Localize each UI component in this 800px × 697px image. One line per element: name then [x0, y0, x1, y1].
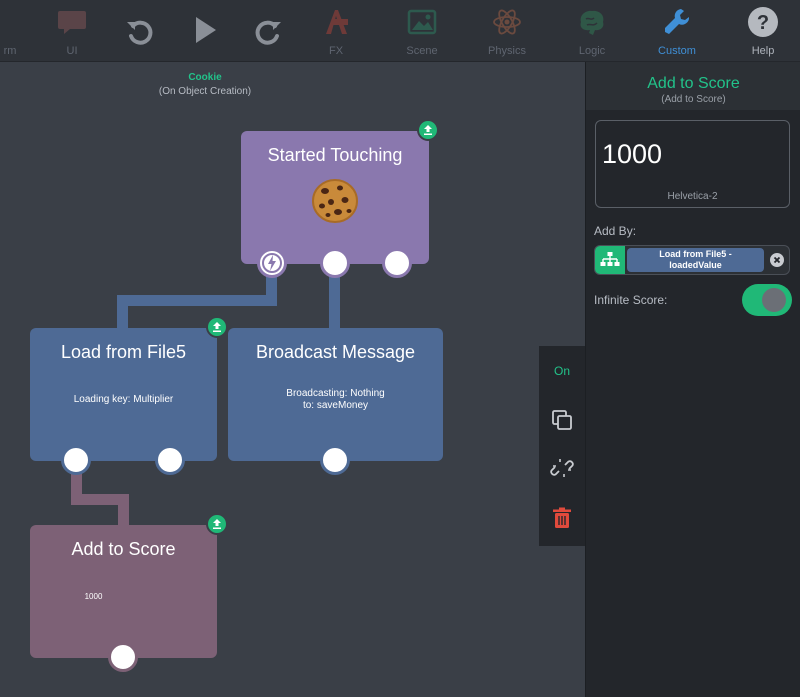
- block-load-from-file[interactable]: Load from File5 Loading key: Multiplier: [30, 328, 217, 461]
- infinite-score-toggle[interactable]: [742, 284, 792, 316]
- atom-icon: [493, 9, 521, 35]
- toolbar-physics-label: Physics: [488, 45, 526, 57]
- toolbar-scene-button[interactable]: Scene: [392, 0, 452, 62]
- status-on-toggle[interactable]: On: [539, 364, 585, 378]
- svg-text:?: ?: [757, 12, 769, 34]
- add-by-value-chip[interactable]: Load from File5 - loadedValue: [627, 248, 764, 272]
- toolbar-logic-button[interactable]: Logic: [562, 0, 622, 62]
- trash-icon[interactable]: [550, 506, 574, 530]
- brain-icon: [580, 10, 604, 35]
- block-started-touching[interactable]: Started Touching: [241, 131, 429, 264]
- play-icon: [196, 17, 216, 43]
- wire-touch-to-load: [117, 295, 128, 331]
- redo-button[interactable]: [248, 0, 288, 62]
- port-output[interactable]: [108, 642, 138, 672]
- block-title: Add to Score: [71, 539, 176, 559]
- panel-header: Add to Score (Add to Score): [586, 62, 800, 110]
- toolbar-help-button[interactable]: ? Help: [733, 0, 793, 62]
- undo-button[interactable]: [120, 0, 160, 62]
- play-button[interactable]: [184, 0, 224, 62]
- port-event-lightning[interactable]: [257, 248, 287, 278]
- panel-title: Add to Score: [647, 75, 740, 92]
- lightning-icon: [262, 253, 282, 273]
- clear-icon[interactable]: [770, 253, 784, 267]
- toolbar-physics-button[interactable]: Physics: [477, 0, 537, 62]
- panel-subtitle: (Add to Score): [661, 94, 726, 105]
- upload-icon[interactable]: [206, 316, 228, 338]
- score-font-label[interactable]: Helvetica-2: [596, 191, 789, 202]
- score-value: 1000: [602, 139, 663, 169]
- toolbar-fx-button[interactable]: FX: [306, 0, 366, 62]
- wire-load-to-score: [118, 494, 129, 526]
- toolbar-ui-button[interactable]: UI: [42, 0, 102, 62]
- behavior-canvas[interactable]: Cookie (On Object Creation) Started Touc…: [0, 62, 585, 697]
- upload-icon[interactable]: [417, 119, 439, 141]
- add-by-value-line2: loadedValue: [669, 260, 722, 270]
- hierarchy-icon[interactable]: [595, 246, 625, 274]
- trigger-label: (On Object Creation): [158, 86, 252, 97]
- add-by-label: Add By:: [594, 224, 637, 238]
- top-toolbar: rm UI FX Scene Physics Logic Custom ? He…: [0, 0, 800, 62]
- toolbar-scene-label: Scene: [406, 45, 438, 57]
- wire-touch-to-load: [117, 295, 277, 306]
- fx-icon: [326, 10, 348, 34]
- toolbar-custom-label: Custom: [658, 45, 696, 57]
- unlink-icon[interactable]: [550, 456, 574, 480]
- toolbar-help-label: Help: [751, 45, 775, 57]
- port-output[interactable]: [61, 445, 91, 475]
- toggle-knob: [762, 288, 786, 312]
- add-by-value-line1: Load from File5 -: [659, 249, 732, 259]
- block-broadcast-message[interactable]: Broadcast Message Broadcasting: Nothing …: [228, 328, 443, 461]
- object-name: Cookie: [188, 72, 222, 83]
- block-body: 1000: [84, 592, 103, 601]
- block-actions-strip: On: [539, 346, 585, 546]
- duplicate-icon[interactable]: [550, 408, 574, 432]
- redo-icon: [255, 20, 281, 45]
- port-output[interactable]: [155, 445, 185, 475]
- undo-icon: [127, 20, 153, 45]
- block-body-line2: to: saveMoney: [302, 400, 369, 411]
- block-title: Started Touching: [267, 145, 403, 165]
- toolbar-custom-button[interactable]: Custom: [647, 0, 707, 62]
- port-output[interactable]: [320, 445, 350, 475]
- scene-image-icon: [407, 9, 437, 35]
- block-body-line1: Broadcasting: Nothing: [286, 388, 385, 399]
- toolbar-ui-label: UI: [66, 45, 78, 57]
- speech-bubble-icon: [58, 11, 86, 34]
- block-body: Loading key: Multiplier: [73, 394, 174, 405]
- upload-icon[interactable]: [206, 513, 228, 535]
- properties-panel: Add to Score (Add to Score) 1000 Helveti…: [585, 62, 800, 697]
- port-output[interactable]: [320, 248, 350, 278]
- toolbar-logic-label: Logic: [578, 45, 606, 57]
- port-output[interactable]: [382, 248, 412, 278]
- toolbar-form-button[interactable]: rm: [0, 0, 40, 62]
- wrench-icon: [665, 9, 690, 34]
- infinite-score-label: Infinite Score:: [594, 293, 668, 307]
- add-by-field[interactable]: Load from File5 - loadedValue: [594, 245, 790, 275]
- score-input[interactable]: 1000 Helvetica-2: [595, 120, 790, 208]
- block-title: Broadcast Message: [255, 342, 416, 362]
- toolbar-form-label: rm: [3, 45, 17, 57]
- toolbar-fx-label: FX: [328, 45, 344, 57]
- cookie-icon: [312, 179, 358, 223]
- block-add-to-score[interactable]: Add to Score 1000: [30, 525, 217, 658]
- block-title: Load from File5: [60, 342, 187, 362]
- help-icon: ?: [748, 7, 778, 37]
